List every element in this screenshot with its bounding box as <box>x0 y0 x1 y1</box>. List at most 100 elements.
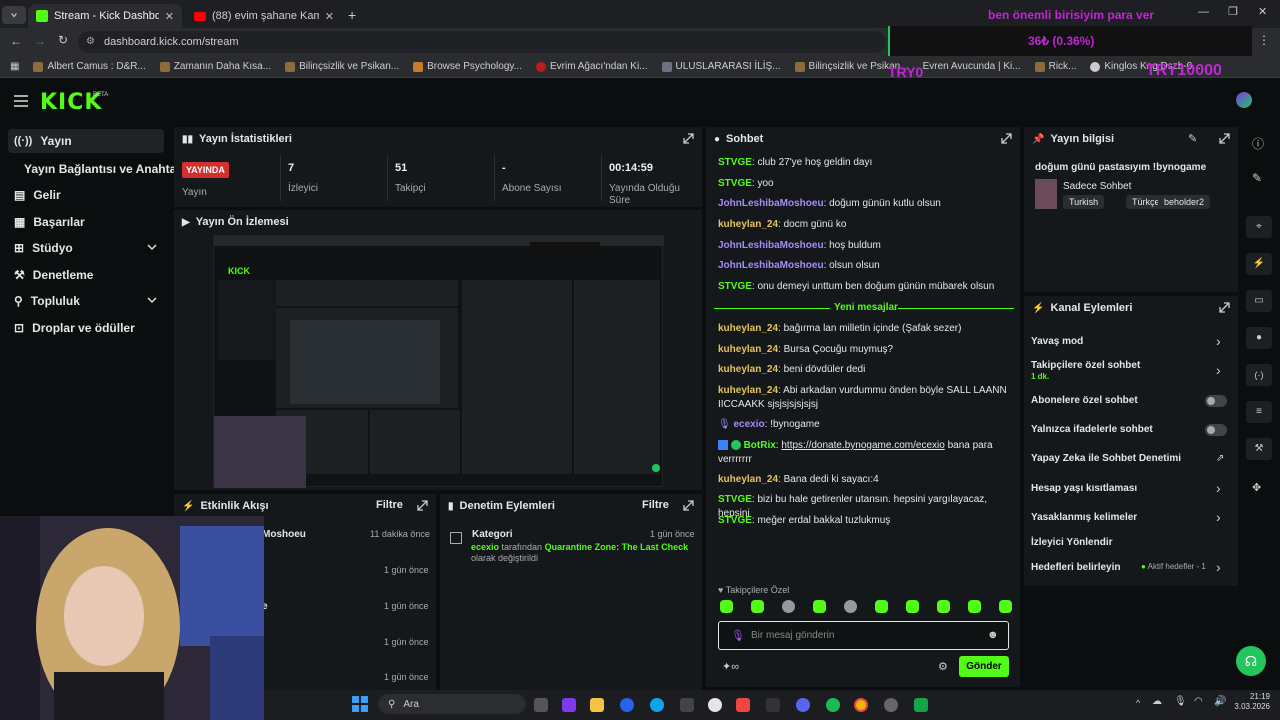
emote-only-toggle[interactable] <box>1205 424 1227 436</box>
emote-icon[interactable] <box>968 600 981 613</box>
chevron-right-icon[interactable]: › <box>1216 333 1221 349</box>
expand-icon[interactable] <box>417 500 428 511</box>
broadcast-icon[interactable]: (·) <box>1246 364 1272 386</box>
chevron-right-icon[interactable]: › <box>1216 480 1221 496</box>
list-icon[interactable]: ≡ <box>1246 401 1272 423</box>
capcut-icon[interactable] <box>766 698 780 712</box>
bookmark-item[interactable]: Browse Psychology... <box>413 61 522 72</box>
sidebar-item-drops[interactable]: ⊡ Droplar ve ödüller <box>8 316 164 340</box>
copilot-icon[interactable] <box>620 698 634 712</box>
mod-filter-button[interactable]: Filtre <box>642 499 669 511</box>
settings-icon[interactable]: ⚙ <box>938 660 948 673</box>
site-info-icon[interactable]: ⚙ <box>86 36 95 47</box>
chevron-right-icon[interactable]: › <box>1216 362 1221 378</box>
channel-action-goals[interactable]: Hedefleri belirleyin <box>1031 562 1141 573</box>
chat-input[interactable]: 🎙 Bir mesaj gönderin ☻ <box>718 621 1009 650</box>
apps-icon[interactable]: ▦ <box>10 61 19 72</box>
discord-icon[interactable] <box>796 698 810 712</box>
chat-identity-icon[interactable]: ✦∞ <box>722 660 739 673</box>
bookmark-item[interactable]: Albert Camus : D&R... <box>33 61 146 72</box>
chat-message[interactable]: kuheylan_24: beni dövdüler dedi <box>718 363 1008 377</box>
tray-chevron-icon[interactable]: ^ <box>1136 698 1140 708</box>
send-button[interactable]: Gönder <box>959 656 1009 677</box>
preview-video[interactable]: KICK <box>213 235 664 488</box>
bookmark-item[interactable]: ULUSLARARASI İLİŞ... <box>661 61 781 72</box>
emote-icon[interactable] <box>813 600 826 613</box>
minimize-icon[interactable]: — <box>1198 6 1209 18</box>
emote-icon[interactable] <box>906 600 919 613</box>
bookmark-item[interactable]: Bilinçsizlik ve Psikan... <box>285 61 399 72</box>
category-name[interactable]: Sadece Sohbet <box>1063 181 1131 192</box>
emote-icon[interactable] <box>751 600 764 613</box>
expand-icon[interactable] <box>683 500 694 511</box>
support-button[interactable]: ☊ <box>1236 646 1266 676</box>
bolt-icon[interactable]: ⚡ <box>1246 253 1272 275</box>
mic-icon[interactable]: 🎙 <box>731 629 745 642</box>
chrome-icon[interactable] <box>854 698 868 712</box>
store-icon[interactable] <box>680 698 694 712</box>
expand-icon[interactable] <box>683 133 694 144</box>
emote-icon[interactable] <box>937 600 950 613</box>
tab-search-button[interactable] <box>2 6 26 24</box>
network-icon[interactable]: ☁ <box>1152 696 1162 707</box>
bookmark-item[interactable]: Rick... <box>1034 61 1076 72</box>
maximize-icon[interactable]: ❐ <box>1228 5 1238 18</box>
close-tab-icon[interactable]: ✕ <box>325 10 334 23</box>
browser-menu-icon[interactable]: ⋮ <box>1258 33 1270 47</box>
subs-only-toggle[interactable] <box>1205 395 1227 407</box>
sidebar-item-community[interactable]: ⚲ Topluluk <box>8 289 164 313</box>
apps-icon[interactable]: ✥ <box>1252 481 1261 494</box>
chat-message[interactable]: kuheylan_24: Bursa Çocuğu muymuş? <box>718 343 1008 357</box>
chat-bubble-icon[interactable]: ● <box>1246 327 1272 349</box>
channel-action-followers-only[interactable]: Takipçilere özel sohbet <box>1031 360 1231 371</box>
emoji-icon[interactable]: ☻ <box>987 629 999 641</box>
chat-message[interactable]: JohnLeshibaMoshoeu: hoş buldum <box>718 239 1008 253</box>
close-window-icon[interactable]: ✕ <box>1258 5 1267 18</box>
sidebar-item-stream[interactable]: ((·)) Yayın <box>8 129 164 153</box>
emote-icon[interactable] <box>999 600 1012 613</box>
chat-message[interactable]: kuheylan_24: Abi arkadan vurdummu önden … <box>718 384 1008 412</box>
pencil-icon[interactable]: ✎ <box>1252 171 1262 185</box>
expand-icon[interactable] <box>1219 133 1230 144</box>
bookmark-item[interactable]: Evren Avucunda | Ki... <box>923 61 1021 72</box>
expand-icon[interactable] <box>1219 302 1230 313</box>
avatar[interactable] <box>1236 92 1252 108</box>
chat-message[interactable]: STVGE: club 27'ye hoş geldin dayı <box>718 156 1008 170</box>
emote-icon[interactable] <box>875 600 888 613</box>
channel-action-account-age[interactable]: Hesap yaşı kısıtlaması <box>1031 483 1231 494</box>
close-tab-icon[interactable]: ✕ <box>165 10 174 23</box>
spotify-icon[interactable] <box>826 698 840 712</box>
expand-icon[interactable] <box>1001 133 1012 144</box>
edge-icon[interactable] <box>650 698 664 712</box>
channel-action-raid[interactable]: İzleyici Yönlendir <box>1031 537 1231 548</box>
reload-icon[interactable]: ↻ <box>58 33 68 47</box>
hamburger-menu-icon[interactable] <box>14 95 28 107</box>
sidebar-item-achievements[interactable]: ▦ Başarılar <box>8 210 164 234</box>
file-explorer-icon[interactable] <box>590 698 604 712</box>
channel-action-subs-only[interactable]: Abonelere özel sohbet <box>1031 395 1231 406</box>
new-tab-icon[interactable]: + <box>348 7 356 23</box>
sidebar-item-revenue[interactable]: ▤ Gelir <box>8 183 164 207</box>
chat-message[interactable]: JohnLeshibaMoshoeu: olsun olsun <box>718 259 1008 273</box>
obs-icon[interactable] <box>884 698 898 712</box>
chevron-right-icon[interactable]: › <box>1216 509 1221 525</box>
task-view-icon[interactable] <box>534 698 548 712</box>
chat-message[interactable]: 🎙 ecexio: !bynogame <box>718 418 1008 432</box>
chat-link[interactable]: https://donate.bynogame.com/ecexio <box>781 440 944 451</box>
url-bar[interactable]: ⚙ dashboard.kick.com/stream <box>78 31 886 53</box>
taskbar-search[interactable]: ⚲ Ara <box>378 694 526 714</box>
external-link-icon[interactable]: ⇗ <box>1216 453 1224 464</box>
volume-icon[interactable]: 🔊 <box>1214 696 1226 707</box>
sidebar-item-stream-key[interactable]: Yayın Bağlantısı ve Anahtarı <box>8 157 184 181</box>
clock[interactable]: 21:19 3.03.2026 <box>1232 692 1270 712</box>
hammer-icon[interactable]: ⚒ <box>1246 438 1272 460</box>
emote-icon[interactable] <box>844 600 857 613</box>
channel-action-banned-words[interactable]: Yasaklanmış kelimeler <box>1031 512 1231 523</box>
tag[interactable]: Turkish <box>1063 195 1105 209</box>
document-icon[interactable]: ▭ <box>1246 290 1272 312</box>
chat-message[interactable]: kuheylan_24: bağırma lan milletin içinde… <box>718 322 1008 336</box>
mic-icon[interactable]: 🎙 <box>1174 696 1187 707</box>
youtube-icon[interactable] <box>736 698 750 712</box>
app-icon[interactable] <box>914 698 928 712</box>
chat-message[interactable]: kuheylan_24: docm günü ko <box>718 218 1008 232</box>
